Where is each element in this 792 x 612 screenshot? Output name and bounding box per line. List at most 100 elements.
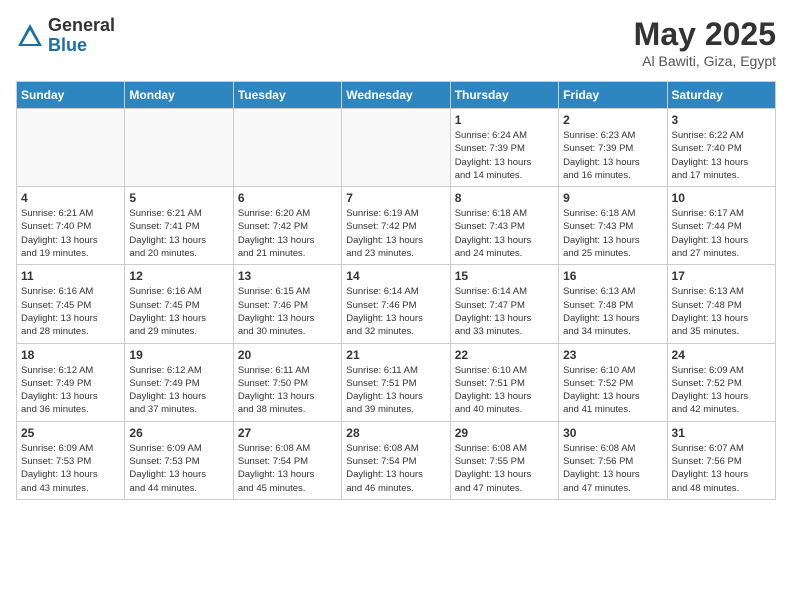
day-cell: 30Sunrise: 6:08 AM Sunset: 7:56 PM Dayli… [559, 421, 667, 499]
week-row-3: 18 Sunrise: 6:12 AM Sunset: 7:49 PM Dayli… [17, 343, 776, 421]
day-info: Sunrise: 6:18 AM Sunset: 7:43 PM Dayligh… [455, 207, 554, 260]
day-number: 1 [455, 113, 554, 127]
header-day-friday: Friday [559, 82, 667, 109]
day-number: 28 [346, 426, 445, 440]
day-number: 10 [672, 191, 771, 205]
week-row-4: 25 Sunrise: 6:09 AM Sunset: 7:53 PM Dayli… [17, 421, 776, 499]
day-cell: 9Sunrise: 6:18 AM Sunset: 7:43 PM Daylig… [559, 187, 667, 265]
week-row-0: 1Sunrise: 6:24 AM Sunset: 7:39 PM Daylig… [17, 109, 776, 187]
day-cell: 1Sunrise: 6:24 AM Sunset: 7:39 PM Daylig… [450, 109, 558, 187]
day-number: 7 [346, 191, 445, 205]
day-cell: 24 Sunrise: 6:09 AM Sunset: 7:52 PM Dayli… [667, 343, 775, 421]
day-info: Sunrise: 6:23 AM Sunset: 7:39 PM Dayligh… [563, 129, 662, 182]
day-cell [342, 109, 450, 187]
day-cell: 19 Sunrise: 6:12 AM Sunset: 7:49 PM Dayli… [125, 343, 233, 421]
header-day-thursday: Thursday [450, 82, 558, 109]
day-cell: 10 Sunrise: 6:17 AM Sunset: 7:44 PM Dayli… [667, 187, 775, 265]
day-cell: 28Sunrise: 6:08 AM Sunset: 7:54 PM Dayli… [342, 421, 450, 499]
day-info: Sunrise: 6:22 AM Sunset: 7:40 PM Dayligh… [672, 129, 771, 182]
day-cell: 25 Sunrise: 6:09 AM Sunset: 7:53 PM Dayli… [17, 421, 125, 499]
calendar-table: SundayMondayTuesdayWednesdayThursdayFrid… [16, 81, 776, 500]
location-label: Al Bawiti, Giza, Egypt [634, 53, 776, 69]
calendar-header: SundayMondayTuesdayWednesdayThursdayFrid… [17, 82, 776, 109]
day-number: 9 [563, 191, 662, 205]
day-info: Sunrise: 6:16 AM Sunset: 7:45 PM Dayligh… [129, 285, 228, 338]
day-info: Sunrise: 6:11 AM Sunset: 7:50 PM Dayligh… [238, 364, 337, 417]
day-cell [125, 109, 233, 187]
logo-general-label: General [48, 16, 115, 36]
day-cell: 22 Sunrise: 6:10 AM Sunset: 7:51 PM Dayli… [450, 343, 558, 421]
day-info: Sunrise: 6:17 AM Sunset: 7:44 PM Dayligh… [672, 207, 771, 260]
header-day-wednesday: Wednesday [342, 82, 450, 109]
day-info: Sunrise: 6:19 AM Sunset: 7:42 PM Dayligh… [346, 207, 445, 260]
day-cell: 18Sunrise: 6:12 AM Sunset: 7:49 PM Dayli… [17, 343, 125, 421]
header-day-saturday: Saturday [667, 82, 775, 109]
day-cell: 14 Sunrise: 6:14 AM Sunset: 7:46 PM Dayli… [342, 265, 450, 343]
day-cell: 16 Sunrise: 6:13 AM Sunset: 7:48 PM Dayli… [559, 265, 667, 343]
day-cell: 17 Sunrise: 6:13 AM Sunset: 7:48 PM Dayli… [667, 265, 775, 343]
day-number: 8 [455, 191, 554, 205]
day-number: 15 [455, 269, 554, 283]
day-info: Sunrise: 6:09 AM Sunset: 7:53 PM Dayligh… [129, 442, 228, 495]
day-info: Sunrise: 6:10 AM Sunset: 7:52 PM Dayligh… [563, 364, 662, 417]
day-number: 3 [672, 113, 771, 127]
week-row-1: 4 Sunrise: 6:21 AM Sunset: 7:40 PM Daylig… [17, 187, 776, 265]
calendar-body: 1Sunrise: 6:24 AM Sunset: 7:39 PM Daylig… [17, 109, 776, 500]
day-cell: 27 Sunrise: 6:08 AM Sunset: 7:54 PM Dayli… [233, 421, 341, 499]
day-cell [233, 109, 341, 187]
day-number: 24 [672, 348, 771, 362]
day-info: Sunrise: 6:15 AM Sunset: 7:46 PM Dayligh… [238, 285, 337, 338]
day-number: 23 [563, 348, 662, 362]
day-cell [17, 109, 125, 187]
day-cell: 5 Sunrise: 6:21 AM Sunset: 7:41 PM Daylig… [125, 187, 233, 265]
day-number: 27 [238, 426, 337, 440]
day-number: 2 [563, 113, 662, 127]
day-number: 4 [21, 191, 120, 205]
day-info: Sunrise: 6:16 AM Sunset: 7:45 PM Dayligh… [21, 285, 120, 338]
day-cell: 21 Sunrise: 6:11 AM Sunset: 7:51 PM Dayli… [342, 343, 450, 421]
day-info: Sunrise: 6:14 AM Sunset: 7:46 PM Dayligh… [346, 285, 445, 338]
day-cell: 31Sunrise: 6:07 AM Sunset: 7:56 PM Dayli… [667, 421, 775, 499]
day-info: Sunrise: 6:21 AM Sunset: 7:41 PM Dayligh… [129, 207, 228, 260]
day-cell: 3 Sunrise: 6:22 AM Sunset: 7:40 PM Daylig… [667, 109, 775, 187]
day-number: 12 [129, 269, 228, 283]
day-info: Sunrise: 6:08 AM Sunset: 7:54 PM Dayligh… [238, 442, 337, 495]
day-number: 26 [129, 426, 228, 440]
day-cell: 6Sunrise: 6:20 AM Sunset: 7:42 PM Daylig… [233, 187, 341, 265]
header-row: SundayMondayTuesdayWednesdayThursdayFrid… [17, 82, 776, 109]
day-info: Sunrise: 6:11 AM Sunset: 7:51 PM Dayligh… [346, 364, 445, 417]
day-cell: 20 Sunrise: 6:11 AM Sunset: 7:50 PM Dayli… [233, 343, 341, 421]
day-number: 29 [455, 426, 554, 440]
day-number: 5 [129, 191, 228, 205]
day-cell: 2 Sunrise: 6:23 AM Sunset: 7:39 PM Daylig… [559, 109, 667, 187]
day-number: 30 [563, 426, 662, 440]
day-cell: 8 Sunrise: 6:18 AM Sunset: 7:43 PM Daylig… [450, 187, 558, 265]
day-number: 17 [672, 269, 771, 283]
day-number: 14 [346, 269, 445, 283]
day-number: 25 [21, 426, 120, 440]
title-area: May 2025 Al Bawiti, Giza, Egypt [634, 16, 776, 69]
logo-text: General Blue [48, 16, 115, 56]
day-cell: 7 Sunrise: 6:19 AM Sunset: 7:42 PM Daylig… [342, 187, 450, 265]
day-info: Sunrise: 6:13 AM Sunset: 7:48 PM Dayligh… [672, 285, 771, 338]
day-cell: 26 Sunrise: 6:09 AM Sunset: 7:53 PM Dayli… [125, 421, 233, 499]
day-number: 20 [238, 348, 337, 362]
day-number: 21 [346, 348, 445, 362]
day-number: 31 [672, 426, 771, 440]
day-number: 22 [455, 348, 554, 362]
day-info: Sunrise: 6:10 AM Sunset: 7:51 PM Dayligh… [455, 364, 554, 417]
day-info: Sunrise: 6:13 AM Sunset: 7:48 PM Dayligh… [563, 285, 662, 338]
day-cell: 13Sunrise: 6:15 AM Sunset: 7:46 PM Dayli… [233, 265, 341, 343]
header-day-monday: Monday [125, 82, 233, 109]
day-cell: 11Sunrise: 6:16 AM Sunset: 7:45 PM Dayli… [17, 265, 125, 343]
day-info: Sunrise: 6:14 AM Sunset: 7:47 PM Dayligh… [455, 285, 554, 338]
day-info: Sunrise: 6:12 AM Sunset: 7:49 PM Dayligh… [129, 364, 228, 417]
day-info: Sunrise: 6:09 AM Sunset: 7:53 PM Dayligh… [21, 442, 120, 495]
day-cell: 4 Sunrise: 6:21 AM Sunset: 7:40 PM Daylig… [17, 187, 125, 265]
day-number: 18 [21, 348, 120, 362]
day-info: Sunrise: 6:09 AM Sunset: 7:52 PM Dayligh… [672, 364, 771, 417]
day-info: Sunrise: 6:21 AM Sunset: 7:40 PM Dayligh… [21, 207, 120, 260]
day-number: 6 [238, 191, 337, 205]
day-number: 19 [129, 348, 228, 362]
day-number: 16 [563, 269, 662, 283]
